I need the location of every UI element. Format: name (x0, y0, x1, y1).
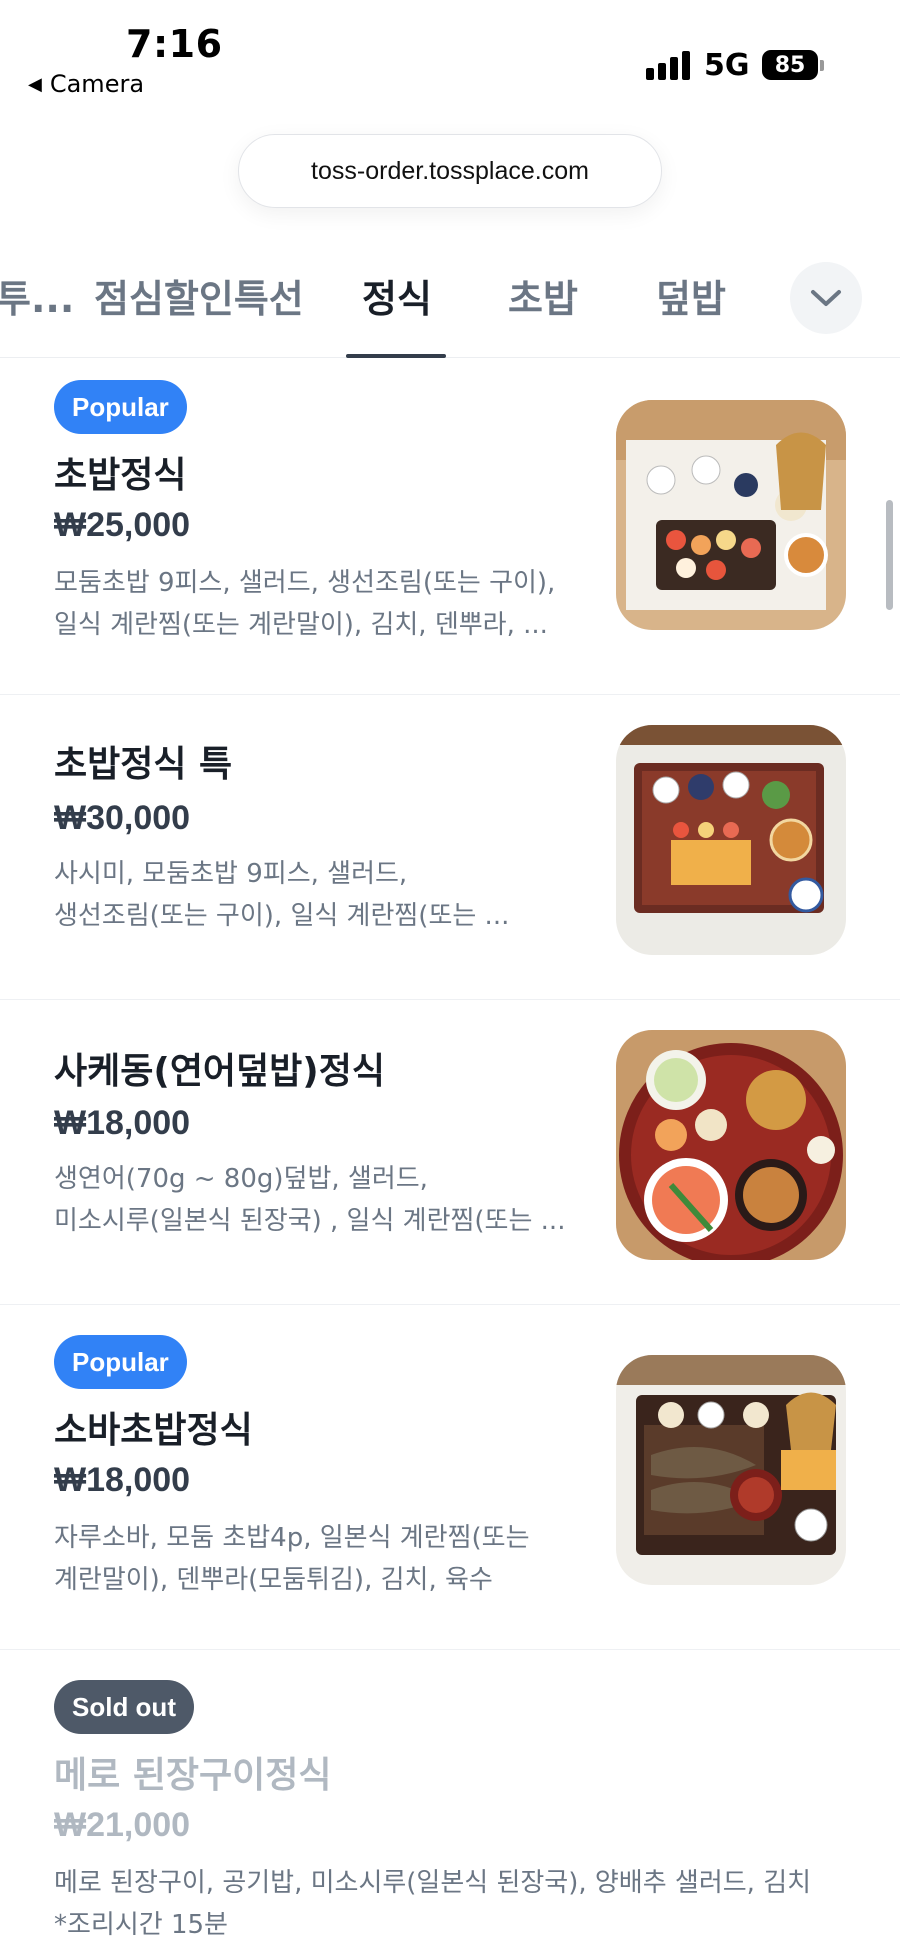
menu-item[interactable]: Popular 초밥정식 ₩25,000 모둠초밥 9피스, 샐러드, 생선조림… (0, 360, 900, 695)
tab-lunch-special[interactable]: 점심할인특선 (94, 268, 304, 323)
menu-item-sold-out: Sold out 메로 된장구이정식 ₩21,000 메로 된장구이, 공기밥,… (0, 1650, 900, 1951)
network-type: 5G (704, 48, 750, 83)
description-line: 생선조림(또는 구이), 일식 계란찜(또는 ... (54, 901, 510, 931)
description-line: 모둠초밥 9피스, 샐러드, 생선조림(또는 구이), (54, 568, 556, 598)
cellular-signal-icon (646, 50, 690, 80)
menu-item[interactable]: 사케동(연어덮밥)정식 ₩18,000 생연어(70g ~ 80g)덮밥, 샐러… (0, 1000, 900, 1305)
url-bar[interactable]: toss-order.tossplace.com (238, 134, 662, 208)
menu-item-price: ₩25,000 (54, 506, 191, 544)
menu-item-description: 자루소바, 모둠 초밥4p, 일본식 계란찜(또는 계란말이), 덴뿌라(모둠튀… (54, 1517, 584, 1601)
tab-rice-bowl[interactable]: 덮밥 (656, 268, 726, 323)
menu-item-description: 모둠초밥 9피스, 샐러드, 생선조림(또는 구이), 일식 계란찜(또는 계란… (54, 562, 584, 646)
battery-icon: 85 (762, 50, 818, 80)
tab-sushi[interactable]: 초밥 (508, 268, 578, 323)
description-line: 생연어(70g ~ 80g)덮밥, 샐러드, (54, 1164, 428, 1194)
category-tabs: 투... 점심할인특선 정식 초밥 덮밥 (0, 250, 900, 358)
back-arrow-icon: ◀ (28, 73, 42, 95)
description-line: 메로 된장구이, 공기밥, 미소시루(일본식 된장국), 양배추 샐러드, 김치 (54, 1868, 812, 1898)
description-line: 일식 계란찜(또는 계란말이), 김치, 덴뿌라, ... (54, 610, 548, 640)
menu-item-price: ₩21,000 (54, 1806, 191, 1844)
menu-item[interactable]: Popular 소바초밥정식 ₩18,000 자루소바, 모둠 초밥4p, 일본… (0, 1305, 900, 1650)
back-app-label: Camera (49, 70, 145, 98)
menu-item-price: ₩18,000 (54, 1104, 191, 1142)
status-time: 7:16 (126, 22, 223, 66)
chevron-down-icon (811, 290, 841, 306)
menu-item-name: 초밥정식 특 (54, 744, 233, 785)
menu-item-description: 생연어(70g ~ 80g)덮밥, 샐러드, 미소시루(일본식 된장국) , 일… (54, 1158, 584, 1242)
description-line: 자루소바, 모둠 초밥4p, 일본식 계란찜(또는 (54, 1523, 530, 1553)
scrollbar[interactable] (886, 500, 893, 610)
menu-item-description: 사시미, 모둠초밥 9피스, 샐러드, 생선조림(또는 구이), 일식 계란찜(… (54, 853, 584, 937)
menu-item-price: ₩30,000 (54, 799, 191, 837)
menu-item-photo (616, 1355, 846, 1585)
battery-level: 85 (774, 52, 806, 78)
description-line: 미소시루(일본식 된장국) , 일식 계란찜(또는 ... (54, 1206, 566, 1236)
popular-badge: Popular (54, 380, 187, 434)
menu-item-name: 사케동(연어덮밥)정식 (54, 1051, 385, 1092)
description-line: 사시미, 모둠초밥 9피스, 샐러드, (54, 859, 408, 889)
menu-item-photo (616, 1030, 846, 1260)
tab-partial[interactable]: 투... (0, 268, 74, 323)
battery-tip (820, 60, 824, 71)
popular-badge: Popular (54, 1335, 187, 1389)
description-line: *조리시간 15분 (54, 1910, 228, 1940)
menu-item-photo (616, 400, 846, 630)
menu-item-name: 소바초밥정식 (54, 1410, 253, 1451)
menu-item-price: ₩18,000 (54, 1461, 191, 1499)
menu-item-name: 메로 된장구이정식 (54, 1755, 332, 1796)
menu-item-photo (616, 725, 846, 955)
menu-item-description: 메로 된장구이, 공기밥, 미소시루(일본식 된장국), 양배추 샐러드, 김치… (54, 1862, 854, 1946)
sold-out-badge: Sold out (54, 1680, 194, 1734)
active-tab-indicator (346, 354, 446, 358)
tab-set-meal[interactable]: 정식 (362, 268, 432, 323)
back-to-app-button[interactable]: ◀ Camera (28, 70, 144, 98)
menu-item[interactable]: 초밥정식 특 ₩30,000 사시미, 모둠초밥 9피스, 샐러드, 생선조림(… (0, 695, 900, 1000)
description-line: 계란말이), 덴뿌라(모둠튀김), 김치, 육수 (54, 1565, 493, 1595)
more-categories-button[interactable] (790, 262, 862, 334)
status-bar: 7:16 ◀ Camera 5G 85 (0, 0, 900, 120)
menu-item-name: 초밥정식 (54, 455, 187, 496)
